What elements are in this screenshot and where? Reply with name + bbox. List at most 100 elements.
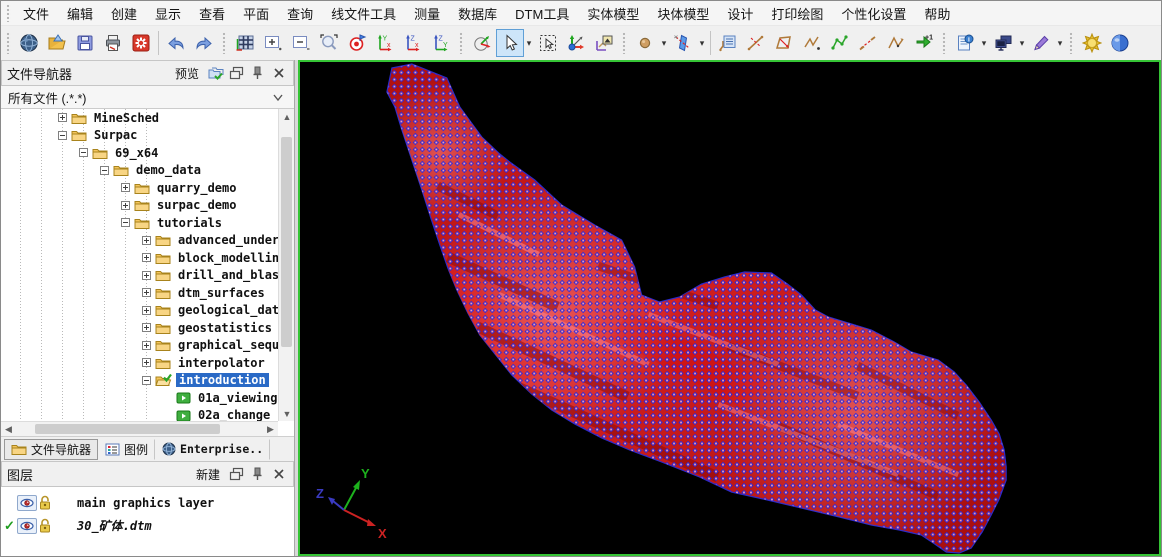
collapse-minus-icon[interactable] <box>79 148 88 157</box>
segment-dashed-button[interactable] <box>854 29 882 57</box>
menu-item-5[interactable]: 查看 <box>190 1 234 26</box>
undo-button[interactable] <box>162 29 190 57</box>
menu-item-12[interactable]: 实体模型 <box>578 1 648 26</box>
layer-unlocked-icon[interactable] <box>38 518 53 534</box>
tree-item-demo_data[interactable]: demo_data <box>1 162 278 180</box>
menu-item-2[interactable]: 编辑 <box>58 1 102 26</box>
tab-enterprise[interactable]: Enterprise.. <box>155 439 270 460</box>
tree-item-69_x64[interactable]: 69_x64 <box>1 144 278 162</box>
menu-item-14[interactable]: 设计 <box>718 1 762 26</box>
tree-item-tutorials[interactable]: tutorials <box>1 214 278 232</box>
tree-item-interpolator[interactable]: interpolator <box>1 354 278 372</box>
tree-item-introduction[interactable]: introduction <box>1 372 278 390</box>
zoom-data-extents-button[interactable] <box>231 29 259 57</box>
file-properties-button[interactable]: i <box>951 29 979 57</box>
point-tool-button[interactable] <box>631 29 659 57</box>
menu-item-4[interactable]: 显示 <box>146 1 190 26</box>
point-tool-dropdown-caret[interactable]: ▾ <box>659 38 669 49</box>
image-overlay-button[interactable] <box>590 29 618 57</box>
tree-vertical-scrollbar[interactable]: ▲ ▼ <box>278 109 294 421</box>
float-panel-icon[interactable] <box>227 65 246 82</box>
horizontal-scroll-thumb[interactable] <box>35 424 220 434</box>
zoom-in-button[interactable] <box>259 29 287 57</box>
menu-item-7[interactable]: 查询 <box>278 1 322 26</box>
menu-item-13[interactable]: 块体模型 <box>648 1 718 26</box>
view-target-button[interactable] <box>343 29 371 57</box>
layer-visibility-eye-icon[interactable] <box>17 495 37 511</box>
transform-axes-button[interactable] <box>562 29 590 57</box>
expand-plus-icon[interactable] <box>142 341 151 350</box>
layer-unlocked-icon[interactable] <box>38 495 53 511</box>
zoom-out-button[interactable] <box>287 29 315 57</box>
tree-item-geostatistics[interactable]: geostatistics <box>1 319 278 337</box>
polygon-close-button[interactable] <box>770 29 798 57</box>
save-button[interactable] <box>71 29 99 57</box>
scroll-right-icon[interactable]: ▶ <box>263 422 278 436</box>
zigzag-break-button[interactable] <box>798 29 826 57</box>
tree-item-quarry_demo[interactable]: quarry_demo <box>1 179 278 197</box>
refresh-tree-icon[interactable] <box>206 65 225 82</box>
graphics-viewport[interactable]: Y X Z <box>298 60 1161 556</box>
world-button[interactable] <box>15 29 43 57</box>
toolbar-grip[interactable] <box>1069 32 1074 54</box>
tree-horizontal-scrollbar[interactable]: ◀ ▶ <box>1 421 278 436</box>
expand-plus-icon[interactable] <box>142 236 151 245</box>
string-reverse-button[interactable] <box>882 29 910 57</box>
collapse-minus-icon[interactable] <box>121 218 130 227</box>
toolbar-grip[interactable] <box>222 32 227 54</box>
scroll-up-icon[interactable]: ▲ <box>279 109 294 124</box>
tree-item-block_modelling[interactable]: block_modelling <box>1 249 278 267</box>
string-properties-button[interactable] <box>714 29 742 57</box>
expand-plus-icon[interactable] <box>142 323 151 332</box>
pin-panel-icon[interactable] <box>248 466 267 483</box>
menu-item-1[interactable]: 文件 <box>14 1 58 26</box>
menu-item-10[interactable]: 数据库 <box>449 1 506 26</box>
menubar-grip[interactable] <box>6 4 11 22</box>
line-dashed-button[interactable] <box>742 29 770 57</box>
collapse-minus-icon[interactable] <box>58 131 67 140</box>
renumber-plus-one-button[interactable]: +1 <box>910 29 938 57</box>
expand-plus-icon[interactable] <box>58 113 67 122</box>
scroll-down-icon[interactable]: ▼ <box>279 406 294 421</box>
pin-panel-icon[interactable] <box>248 65 267 82</box>
toolbar-grip[interactable] <box>459 32 464 54</box>
menu-item-17[interactable]: 帮助 <box>915 1 959 26</box>
open-file-button[interactable] <box>43 29 71 57</box>
close-panel-icon[interactable] <box>269 466 288 483</box>
redo-button[interactable] <box>190 29 218 57</box>
zoom-window-button[interactable] <box>315 29 343 57</box>
expand-plus-icon[interactable] <box>121 201 130 210</box>
menu-item-8[interactable]: 线文件工具 <box>322 1 405 26</box>
tree-item-advanced_underg[interactable]: advanced_underg <box>1 232 278 250</box>
tab-file-navigator[interactable]: 文件导航器 <box>4 439 98 460</box>
edit-pencil-button[interactable] <box>1027 29 1055 57</box>
box-select-button[interactable] <box>534 29 562 57</box>
toolbar-grip[interactable] <box>6 32 11 54</box>
edit-pencil-dropdown-caret[interactable]: ▾ <box>1055 38 1065 49</box>
file-filter-select[interactable]: 所有文件 (.*.*) <box>1 86 294 109</box>
tree-item-geological_dat[interactable]: geological_dat <box>1 302 278 320</box>
display-monitors-dropdown-caret[interactable]: ▾ <box>1017 38 1027 49</box>
vertical-scroll-thumb[interactable] <box>281 137 292 347</box>
layer-visibility-eye-icon[interactable] <box>17 518 37 534</box>
close-panel-icon[interactable] <box>269 65 288 82</box>
tree-item-02a_change[interactable]: 02a_change <box>1 407 278 422</box>
select-mode-dropdown-caret[interactable]: ▾ <box>524 38 534 49</box>
sphere-view-button[interactable] <box>1106 29 1134 57</box>
display-monitors-button[interactable] <box>989 29 1017 57</box>
toolbar-grip[interactable] <box>622 32 627 54</box>
expand-plus-icon[interactable] <box>142 358 151 367</box>
tree-item-01a_viewing[interactable]: 01a_viewing <box>1 389 278 407</box>
toolbar-grip[interactable] <box>942 32 947 54</box>
tree-item-dtm_surfaces[interactable]: dtm_surfaces <box>1 284 278 302</box>
expand-plus-icon[interactable] <box>142 271 151 280</box>
segment-tool-dropdown-caret[interactable]: ▾ <box>697 38 707 49</box>
reset-graphics-button[interactable] <box>127 29 155 57</box>
menu-item-15[interactable]: 打印绘图 <box>762 1 832 26</box>
menu-item-9[interactable]: 测量 <box>405 1 449 26</box>
expand-plus-icon[interactable] <box>142 253 151 262</box>
expand-plus-icon[interactable] <box>121 183 130 192</box>
view-section-zy-button[interactable]: ZY <box>427 29 455 57</box>
layer-active-check-icon[interactable]: ✓ <box>3 518 16 534</box>
tree-item-surpac_demo[interactable]: surpac_demo <box>1 197 278 215</box>
